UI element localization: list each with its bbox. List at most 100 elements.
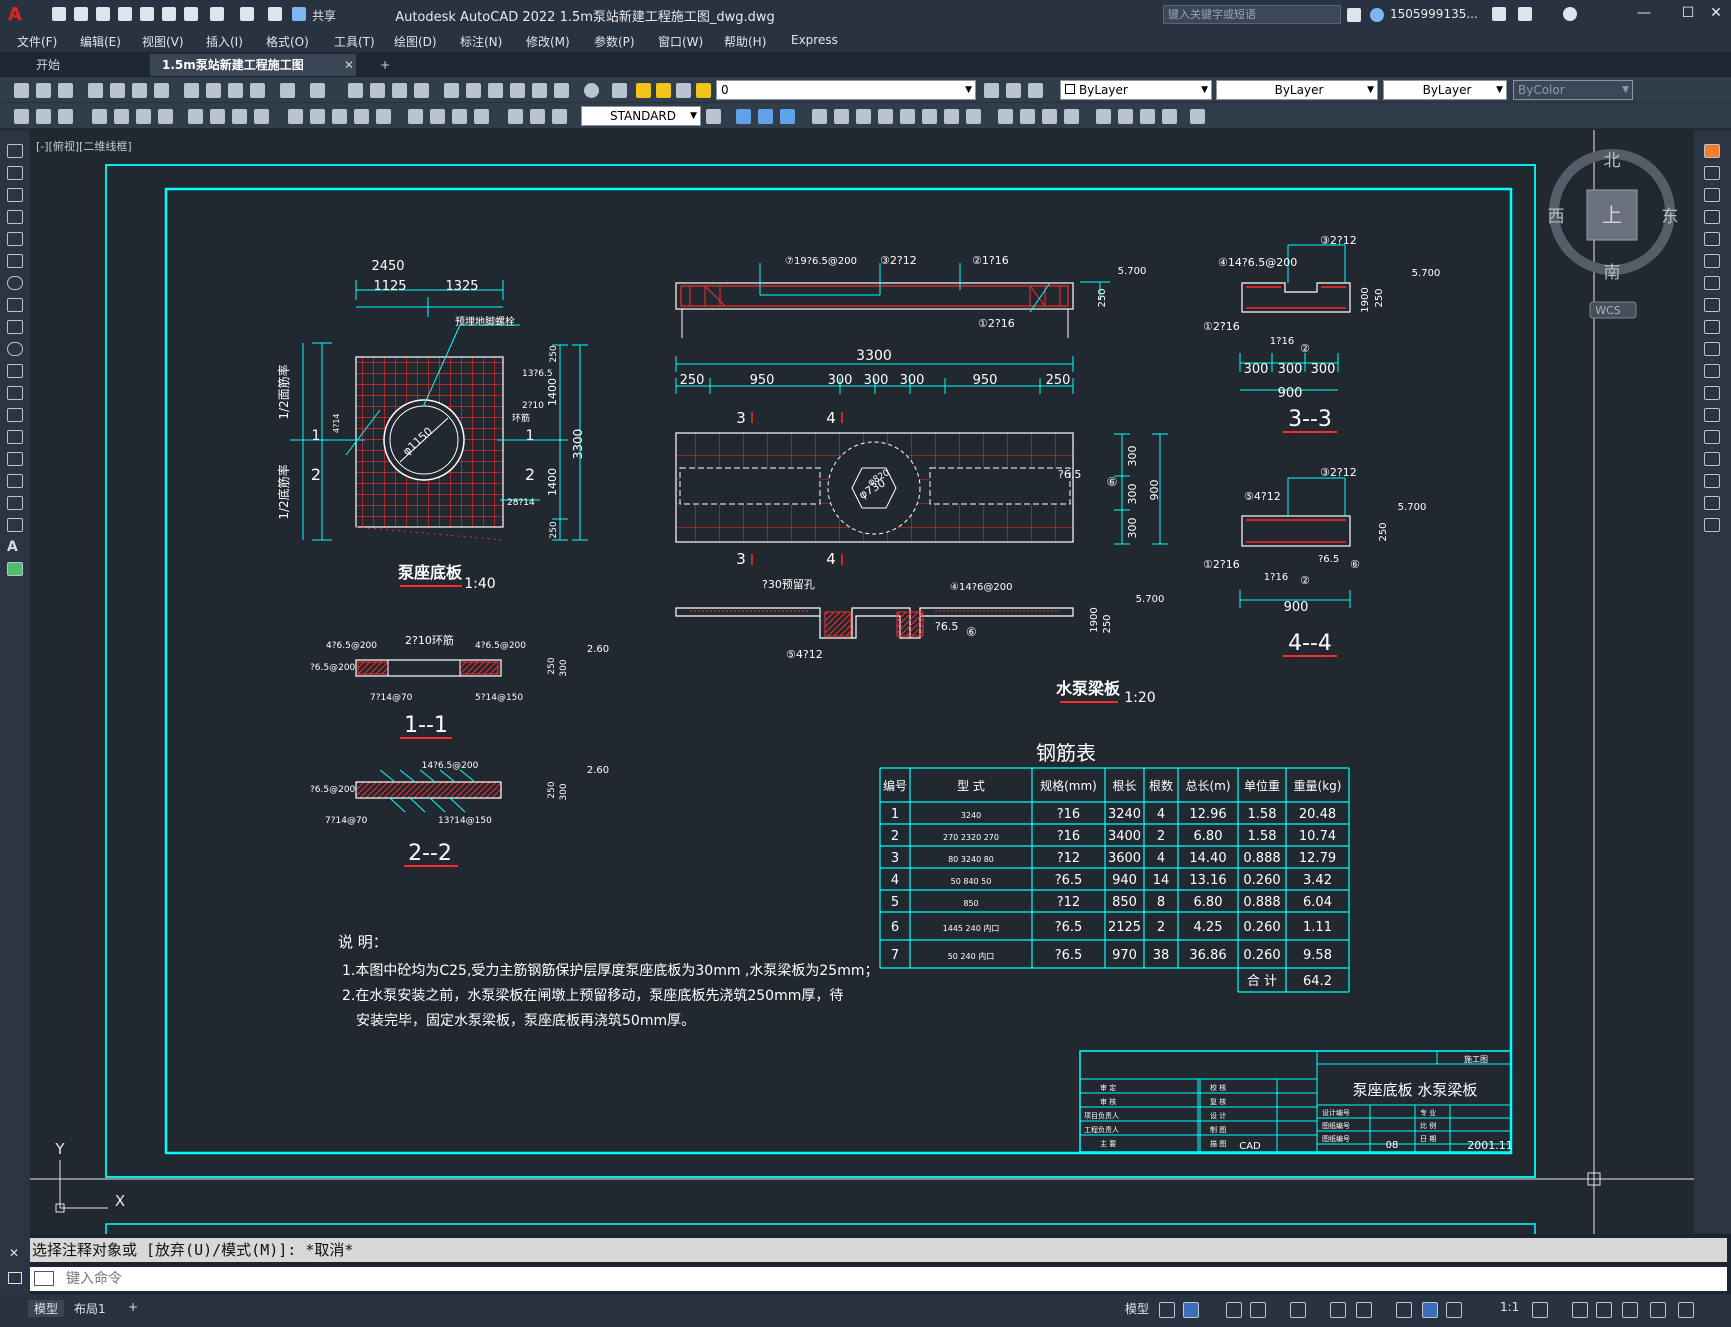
menu-dimension[interactable]: 标注(N) (460, 33, 502, 50)
lineweight-dropdown[interactable]: ByLayer ▼ (1383, 80, 1507, 100)
center-mark-icon[interactable] (430, 109, 445, 124)
annotation-scale[interactable]: 1:1 (1500, 1300, 1519, 1314)
paste-icon[interactable] (228, 83, 243, 98)
make-block-icon[interactable] (7, 408, 23, 422)
table-icon[interactable] (7, 518, 23, 532)
tab-close-icon[interactable]: ✕ (332, 54, 366, 76)
copy-icon[interactable] (206, 83, 221, 98)
menu-help[interactable]: 帮助(H) (724, 33, 766, 50)
tab-start[interactable]: 开始 (24, 54, 152, 76)
blend-curves-icon[interactable] (1704, 496, 1720, 510)
revision-cloud-icon[interactable] (7, 298, 23, 312)
scale-icon[interactable] (1704, 298, 1720, 312)
zoom-previous-icon[interactable] (414, 83, 429, 98)
units-icon[interactable] (1622, 1302, 1638, 1318)
gradient-icon[interactable] (7, 474, 23, 488)
arc-length-icon[interactable] (136, 109, 151, 124)
search-icon[interactable] (1347, 8, 1361, 22)
block-icon[interactable] (36, 109, 51, 124)
circle-icon[interactable] (7, 276, 23, 290)
close-command-icon[interactable]: ✕ (9, 1246, 19, 1260)
viewcube-top-label[interactable]: 上 (1602, 203, 1622, 227)
mtext-icon[interactable]: A (7, 540, 23, 554)
trim-icon[interactable] (1704, 342, 1720, 356)
aligned-dimension-icon[interactable] (114, 109, 129, 124)
osnap-icon[interactable] (1356, 1302, 1372, 1318)
ellipse-icon[interactable] (7, 342, 23, 356)
help-icon[interactable] (584, 83, 599, 98)
gear-icon[interactable] (1532, 1302, 1548, 1318)
jogged-linear-icon[interactable] (474, 109, 489, 124)
zoom-window-icon[interactable] (392, 83, 407, 98)
chamfer-icon[interactable] (1704, 452, 1720, 466)
customization-icon[interactable] (1678, 1302, 1694, 1318)
isometric-icon[interactable] (1290, 1302, 1306, 1318)
layer-viewport-icon[interactable] (676, 83, 691, 98)
space-dimension-icon[interactable] (354, 109, 369, 124)
extend-icon[interactable] (1704, 364, 1720, 378)
viewcube-west[interactable]: 西 (1548, 207, 1565, 227)
fillet-icon[interactable] (1704, 474, 1720, 488)
erase-icon[interactable] (1704, 144, 1720, 158)
calculator-icon[interactable] (554, 83, 569, 98)
redo-icon[interactable] (310, 83, 325, 98)
annotation-monitor-icon[interactable] (1596, 1302, 1612, 1318)
layer-dropdown[interactable]: 0 ▼ (716, 80, 976, 100)
help-icon[interactable] (1563, 7, 1577, 21)
layer-previous-icon[interactable] (1006, 83, 1021, 98)
drawing-canvas[interactable]: Y X 上 北 南 东 西 WCS 2450 1125 1325 3300 14… (30, 130, 1694, 1234)
viewport-controls[interactable]: [-][俯视][二维线框] (36, 138, 132, 154)
draworder-front-icon[interactable] (736, 109, 751, 124)
chamfer-icon[interactable] (1118, 109, 1133, 124)
cut-icon[interactable] (184, 83, 199, 98)
menu-view[interactable]: 视图(V) (142, 33, 184, 50)
color-dropdown[interactable]: ByLayer ▼ (1060, 80, 1212, 100)
add-selected-icon[interactable] (7, 562, 23, 576)
break-icon[interactable] (1064, 109, 1079, 124)
minimize-button[interactable]: — (1633, 5, 1655, 23)
fillet-icon[interactable] (1140, 109, 1155, 124)
menu-draw[interactable]: 绘图(D) (394, 33, 437, 50)
auto-scale-icon[interactable] (1446, 1302, 1462, 1318)
extend-icon[interactable] (1042, 109, 1057, 124)
rectangle-icon[interactable] (7, 232, 23, 246)
zoom-realtime-icon[interactable] (370, 83, 385, 98)
tab-document[interactable]: 1.5m泵站新建工程施工图_dwg* (150, 54, 356, 94)
design-center-icon[interactable] (466, 83, 481, 98)
draworder-above-icon[interactable] (780, 109, 795, 124)
offset-icon[interactable] (878, 109, 893, 124)
wcs-label[interactable]: WCS (1595, 304, 1621, 317)
menu-format[interactable]: 格式(O) (266, 33, 309, 50)
model-space-button[interactable]: 模型 (1125, 1300, 1149, 1317)
new-tab-button[interactable]: + (368, 54, 402, 76)
copy-object-icon[interactable] (834, 109, 849, 124)
point-icon[interactable] (7, 430, 23, 444)
quick-dimension-icon[interactable] (288, 109, 303, 124)
close-button[interactable]: ✕ (1705, 5, 1727, 23)
move-icon[interactable] (1704, 254, 1720, 268)
search-input[interactable]: 键入关键字或短语 (1163, 5, 1341, 24)
dimension-style-dropdown[interactable]: STANDARD ▼ (581, 106, 701, 126)
hatch-icon[interactable] (7, 452, 23, 466)
mirror-icon[interactable] (856, 109, 871, 124)
open-icon[interactable] (36, 83, 51, 98)
grid-icon[interactable] (1159, 1302, 1175, 1318)
trim-icon[interactable] (1020, 109, 1035, 124)
polygon-icon[interactable] (7, 210, 23, 224)
dimension-text-edit-icon[interactable] (530, 109, 545, 124)
layout-tab-model[interactable]: 模型 (28, 1300, 65, 1317)
viewcube-north[interactable]: 北 (1604, 151, 1621, 171)
attribute-icon[interactable] (58, 109, 73, 124)
match-properties-icon[interactable] (250, 83, 265, 98)
region-icon[interactable] (7, 496, 23, 510)
jogged-dimension-icon[interactable] (210, 109, 225, 124)
pan-icon[interactable] (348, 83, 363, 98)
sheet-set-icon[interactable] (510, 83, 525, 98)
lineweight-icon[interactable] (1396, 1302, 1412, 1318)
customize-command-icon[interactable] (8, 1272, 22, 1284)
tolerance-icon[interactable] (408, 109, 423, 124)
array-icon[interactable] (1704, 232, 1720, 246)
properties-icon[interactable] (444, 83, 459, 98)
menu-parametric[interactable]: 参数(P) (594, 33, 635, 50)
polar-icon[interactable] (1250, 1302, 1266, 1318)
